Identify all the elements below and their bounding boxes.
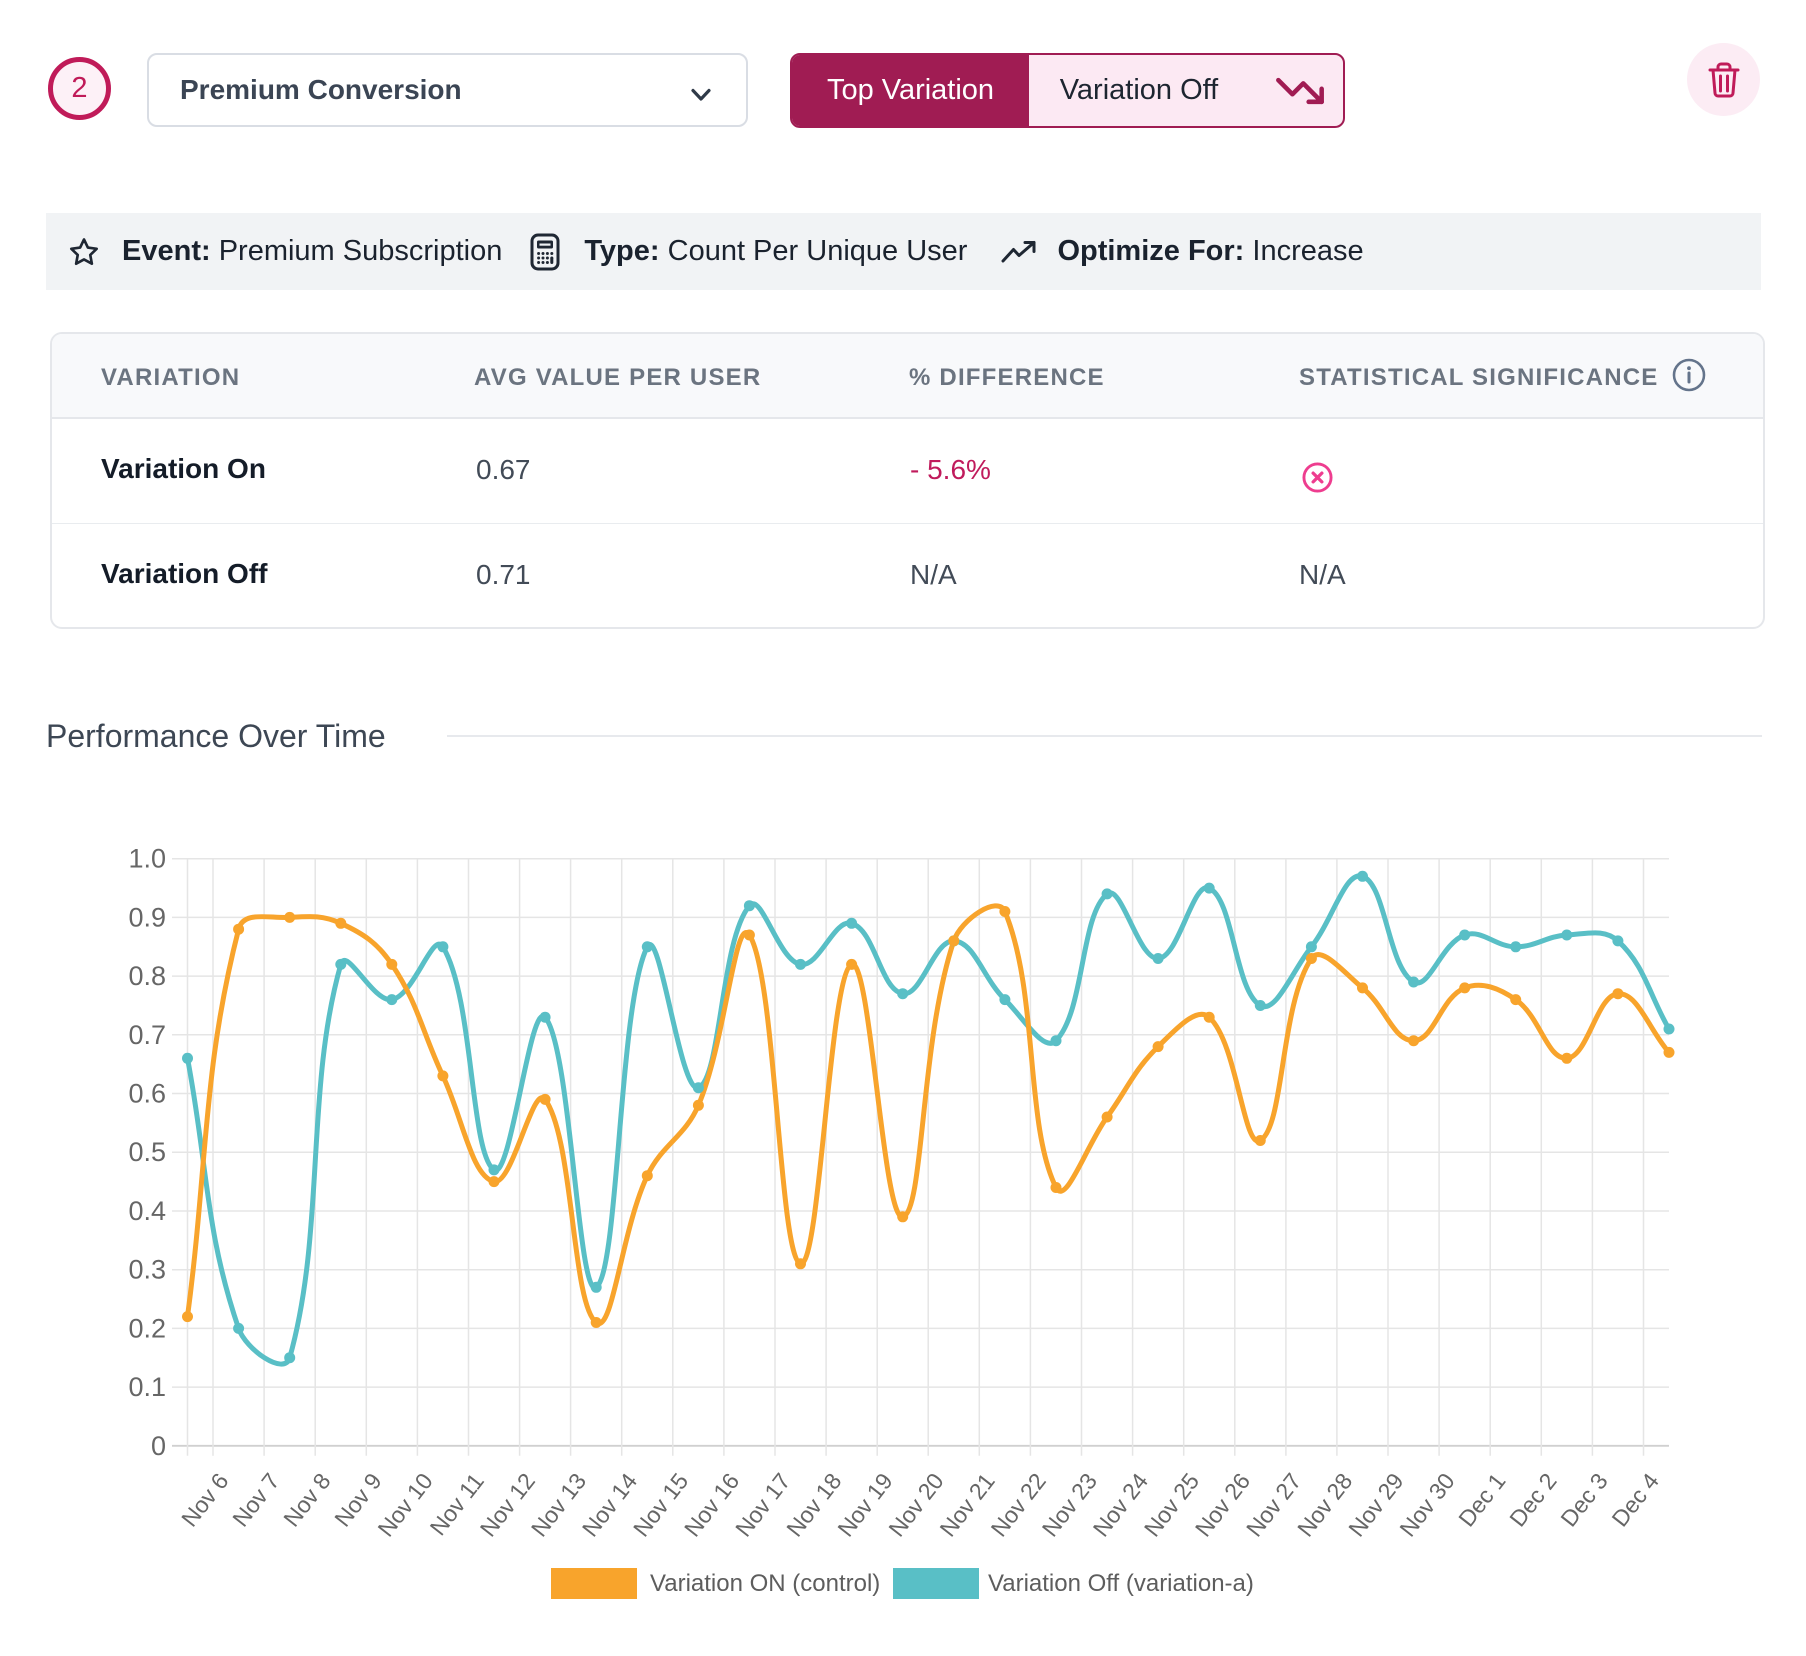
svg-text:Dec 2: Dec 2 xyxy=(1504,1468,1561,1531)
svg-text:1.0: 1.0 xyxy=(128,844,166,874)
svg-text:Nov 19: Nov 19 xyxy=(832,1468,897,1541)
svg-text:Nov 8: Nov 8 xyxy=(278,1468,335,1531)
svg-text:Nov 6: Nov 6 xyxy=(176,1468,233,1531)
svg-text:Nov 24: Nov 24 xyxy=(1088,1468,1153,1542)
svg-text:0.3: 0.3 xyxy=(128,1255,166,1285)
svg-text:Dec 4: Dec 4 xyxy=(1606,1468,1664,1532)
svg-text:0.1: 0.1 xyxy=(128,1372,166,1402)
svg-text:0: 0 xyxy=(151,1431,166,1461)
svg-text:Dec 1: Dec 1 xyxy=(1453,1468,1510,1531)
svg-text:Nov 21: Nov 21 xyxy=(934,1468,999,1541)
svg-text:Nov 17: Nov 17 xyxy=(730,1468,795,1541)
svg-text:0.6: 0.6 xyxy=(128,1079,166,1109)
svg-text:Nov 27: Nov 27 xyxy=(1241,1468,1306,1541)
svg-text:Nov 7: Nov 7 xyxy=(227,1468,284,1531)
svg-text:Nov 12: Nov 12 xyxy=(475,1468,540,1541)
svg-text:0.5: 0.5 xyxy=(128,1137,166,1167)
svg-text:0.7: 0.7 xyxy=(128,1020,166,1050)
svg-text:Nov 10: Nov 10 xyxy=(372,1468,437,1541)
svg-text:Nov 25: Nov 25 xyxy=(1139,1468,1204,1541)
svg-text:Nov 20: Nov 20 xyxy=(883,1468,948,1541)
svg-text:Nov 18: Nov 18 xyxy=(781,1468,846,1541)
svg-text:Nov 29: Nov 29 xyxy=(1343,1468,1408,1541)
svg-text:Nov 13: Nov 13 xyxy=(526,1468,591,1541)
svg-text:Dec 3: Dec 3 xyxy=(1555,1468,1612,1531)
svg-text:0.2: 0.2 xyxy=(128,1313,166,1343)
svg-text:0.9: 0.9 xyxy=(128,902,166,932)
svg-text:0.4: 0.4 xyxy=(128,1196,166,1226)
svg-text:Nov 26: Nov 26 xyxy=(1190,1468,1255,1541)
svg-text:Nov 14: Nov 14 xyxy=(577,1468,642,1542)
svg-text:Nov 28: Nov 28 xyxy=(1292,1468,1357,1541)
svg-text:Nov 30: Nov 30 xyxy=(1394,1468,1459,1541)
svg-text:Nov 23: Nov 23 xyxy=(1037,1468,1102,1541)
svg-text:Nov 22: Nov 22 xyxy=(986,1468,1051,1541)
svg-text:Nov 16: Nov 16 xyxy=(679,1468,744,1541)
svg-text:0.8: 0.8 xyxy=(128,961,166,991)
svg-text:Nov 15: Nov 15 xyxy=(628,1468,693,1541)
